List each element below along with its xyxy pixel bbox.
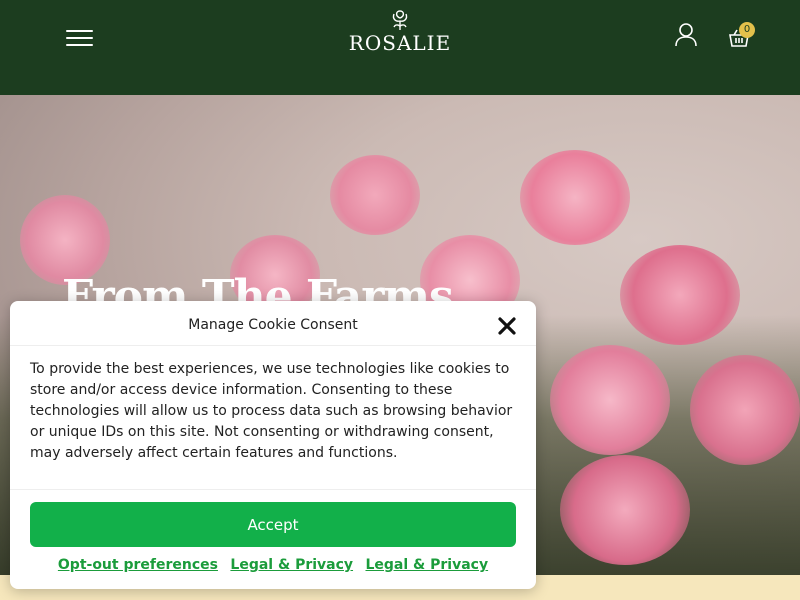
accept-button[interactable]: Accept: [30, 502, 516, 547]
rose-bloom: [560, 455, 690, 565]
divider: [10, 489, 536, 490]
rose-bloom: [330, 155, 420, 235]
legal-privacy-link[interactable]: Legal & Privacy: [230, 557, 353, 573]
divider: [10, 345, 536, 346]
site-logo[interactable]: ROSALIE: [344, 8, 456, 58]
opt-out-preferences-link[interactable]: Opt-out preferences: [58, 557, 218, 573]
hamburger-menu-icon[interactable]: [66, 26, 94, 48]
cookie-message: To provide the best experiences, we use …: [30, 361, 513, 461]
rose-bloom: [520, 150, 630, 245]
account-icon[interactable]: [674, 22, 698, 48]
logo-text: ROSALIE: [348, 31, 452, 55]
site-header: ROSALIE 0: [0, 0, 800, 95]
cart-button[interactable]: 0: [728, 22, 758, 48]
legal-privacy-link-2[interactable]: Legal & Privacy: [365, 557, 488, 573]
cookie-links: Opt-out preferences Legal & Privacy Lega…: [10, 557, 536, 573]
cookie-consent-modal: Manage Cookie Consent To provide the bes…: [10, 301, 536, 589]
rose-bloom: [550, 345, 670, 455]
close-icon[interactable]: [496, 315, 518, 337]
rose-logo-icon: [392, 10, 408, 30]
cart-count-badge: 0: [739, 22, 755, 38]
rose-bloom: [620, 245, 740, 345]
rose-bloom: [690, 355, 800, 465]
cookie-title: Manage Cookie Consent: [188, 317, 358, 333]
